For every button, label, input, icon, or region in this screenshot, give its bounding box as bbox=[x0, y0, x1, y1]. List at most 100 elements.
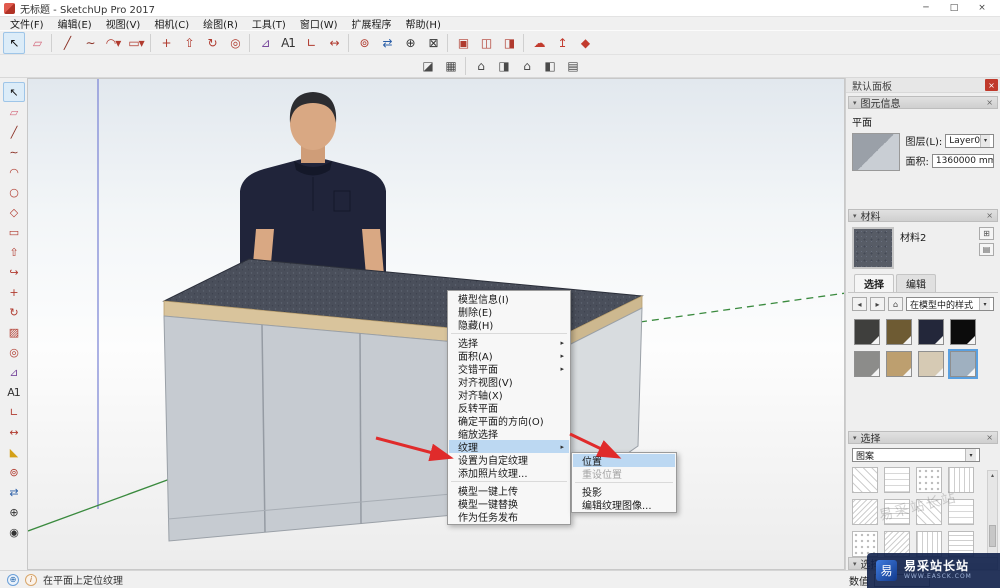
eraser-tool-icon[interactable]: ▱ bbox=[3, 102, 25, 122]
freehand-tool-icon[interactable]: ∼ bbox=[3, 142, 25, 162]
move-tool-icon[interactable]: + bbox=[155, 32, 177, 54]
circle-tool-icon[interactable]: ○ bbox=[3, 182, 25, 202]
line-tool-icon[interactable]: ╱ bbox=[3, 122, 25, 142]
panel-close-button[interactable]: × bbox=[985, 79, 998, 91]
minimize-button[interactable]: ─ bbox=[912, 0, 940, 16]
paint-bucket-tool-icon[interactable]: ◣ bbox=[3, 442, 25, 462]
model-share-icon[interactable]: ↥ bbox=[551, 32, 573, 54]
arc-tool-icon[interactable]: ◠ bbox=[3, 162, 25, 182]
pattern-swatch[interactable] bbox=[916, 467, 942, 493]
scroll-up-icon[interactable]: ▴ bbox=[991, 472, 994, 479]
materials-collection-dropdown[interactable]: 在模型中的样式 ▾ bbox=[906, 297, 994, 311]
walk-tool-icon[interactable]: ◉ bbox=[3, 522, 25, 542]
pan-tool-icon[interactable]: ⇄ bbox=[3, 482, 25, 502]
material-swatch[interactable] bbox=[886, 351, 912, 377]
menu-item[interactable]: 相机(C) bbox=[147, 16, 196, 31]
zoom-tool-icon[interactable]: ⊕ bbox=[3, 502, 25, 522]
left-view-icon[interactable]: ◧ bbox=[539, 55, 561, 77]
pattern-swatch[interactable] bbox=[884, 467, 910, 493]
forward-arrow-button[interactable]: ▸ bbox=[870, 297, 885, 311]
person-figure[interactable] bbox=[240, 92, 386, 279]
context-menu-item[interactable]: 添加照片纹理... bbox=[449, 466, 569, 480]
dimension-tool-icon[interactable]: ↔ bbox=[323, 32, 345, 54]
select-tool-icon[interactable]: ↖ bbox=[3, 31, 25, 54]
material-swatch[interactable] bbox=[950, 319, 976, 345]
orbit-tool-icon[interactable]: ⊚ bbox=[353, 32, 375, 54]
pattern-collection-dropdown[interactable]: 图案 ▾ bbox=[852, 448, 980, 462]
text-tool-icon[interactable]: A1 bbox=[3, 382, 25, 402]
pattern-swatch[interactable] bbox=[916, 499, 942, 525]
section-close-icon[interactable]: × bbox=[986, 211, 993, 220]
polygon-tool-icon[interactable]: ◇ bbox=[3, 202, 25, 222]
pattern-swatch[interactable] bbox=[852, 467, 878, 493]
section-close-icon[interactable]: × bbox=[986, 433, 993, 442]
shapes-tool-icon[interactable]: ▭▾ bbox=[125, 32, 147, 54]
material-swatch[interactable] bbox=[948, 349, 978, 379]
pan-tool-icon[interactable]: ⇄ bbox=[376, 32, 398, 54]
entity-info-header[interactable]: ▾ 图元信息 × bbox=[848, 96, 998, 110]
pattern-swatch[interactable] bbox=[948, 499, 974, 525]
scrollbar-thumb[interactable] bbox=[989, 524, 996, 547]
print-icon[interactable]: ▤ bbox=[562, 55, 584, 77]
axes-tool-icon[interactable]: ∟ bbox=[3, 402, 25, 422]
materials-tab[interactable]: 编辑 bbox=[896, 274, 936, 292]
material-swatch[interactable] bbox=[918, 319, 944, 345]
menu-item[interactable]: 帮助(H) bbox=[399, 16, 448, 31]
materials-header[interactable]: ▾ 材料 × bbox=[848, 209, 998, 223]
pattern-swatch[interactable] bbox=[948, 467, 974, 493]
material-display-button[interactable]: ▤ bbox=[979, 243, 994, 256]
context-menu-item[interactable]: 作为任务发布 bbox=[449, 510, 569, 524]
context-menu-item[interactable]: 隐藏(H) bbox=[449, 318, 569, 332]
right-view-icon[interactable]: ◨ bbox=[493, 55, 515, 77]
offset-tool-icon[interactable]: ◎ bbox=[3, 342, 25, 362]
credits-icon[interactable]: i bbox=[25, 573, 37, 586]
warehouse-icon[interactable]: ▣ bbox=[452, 32, 474, 54]
drawing-canvas[interactable] bbox=[27, 78, 845, 570]
menu-item[interactable]: 扩展程序 bbox=[345, 16, 399, 31]
submenu-item[interactable]: 编辑纹理图像... bbox=[573, 498, 675, 512]
layer-dropdown[interactable]: Layer0 ▾ bbox=[945, 133, 994, 148]
orbit-tool-icon[interactable]: ⊚ bbox=[3, 462, 25, 482]
rotate-tool-icon[interactable]: ↻ bbox=[3, 302, 25, 322]
tape-measure-tool-icon[interactable]: ⊿ bbox=[254, 32, 276, 54]
extension-icon[interactable]: ◆ bbox=[574, 32, 596, 54]
dimension-tool-icon[interactable]: ↔ bbox=[3, 422, 25, 442]
followme-tool-icon[interactable]: ↪ bbox=[3, 262, 25, 282]
tape-measure-tool-icon[interactable]: ⊿ bbox=[3, 362, 25, 382]
pushpull-tool-icon[interactable]: ⇧ bbox=[178, 32, 200, 54]
geolocation-icon[interactable]: ⊕ bbox=[7, 573, 19, 586]
move-tool-icon[interactable]: + bbox=[3, 282, 25, 302]
rectangle-tool-icon[interactable]: ▭ bbox=[3, 222, 25, 242]
arc-tool-icon[interactable]: ◠▾ bbox=[102, 32, 124, 54]
top-view-icon[interactable]: ▦ bbox=[440, 55, 462, 77]
front-view-icon[interactable]: ⌂ bbox=[470, 55, 492, 77]
select-tool-icon[interactable]: ↖ bbox=[2, 82, 25, 102]
menu-item[interactable]: 文件(F) bbox=[3, 16, 51, 31]
material-swatch[interactable] bbox=[854, 351, 880, 377]
pattern-swatch[interactable] bbox=[852, 499, 878, 525]
pattern-swatch[interactable] bbox=[884, 499, 910, 525]
iso-view-icon[interactable]: ◪ bbox=[417, 55, 439, 77]
styles-icon[interactable]: ◨ bbox=[498, 32, 520, 54]
menu-item[interactable]: 窗口(W) bbox=[293, 16, 345, 31]
eraser-tool-icon[interactable]: ▱ bbox=[26, 32, 48, 54]
scale-tool-icon[interactable]: ▨ bbox=[3, 322, 25, 342]
axes-tool-icon[interactable]: ∟ bbox=[300, 32, 322, 54]
material-swatch[interactable] bbox=[918, 351, 944, 377]
menu-item[interactable]: 编辑(E) bbox=[51, 16, 99, 31]
material-swatch[interactable] bbox=[886, 319, 912, 345]
text-tool-icon[interactable]: A1 bbox=[277, 32, 299, 54]
menu-item[interactable]: 绘图(R) bbox=[196, 16, 245, 31]
material-swatch[interactable] bbox=[854, 319, 880, 345]
menu-item[interactable]: 视图(V) bbox=[99, 16, 148, 31]
section-close-icon[interactable]: × bbox=[986, 98, 993, 107]
back-arrow-button[interactable]: ◂ bbox=[852, 297, 867, 311]
cloud-upload-icon[interactable]: ☁ bbox=[528, 32, 550, 54]
back-view-icon[interactable]: ⌂ bbox=[516, 55, 538, 77]
menu-item[interactable]: 工具(T) bbox=[245, 16, 293, 31]
zoom-extents-tool-icon[interactable]: ⊠ bbox=[422, 32, 444, 54]
pushpull-tool-icon[interactable]: ⇧ bbox=[3, 242, 25, 262]
materials-tab[interactable]: 选择 bbox=[854, 274, 894, 292]
components-icon[interactable]: ◫ bbox=[475, 32, 497, 54]
in-model-button[interactable]: ⌂ bbox=[888, 297, 903, 311]
